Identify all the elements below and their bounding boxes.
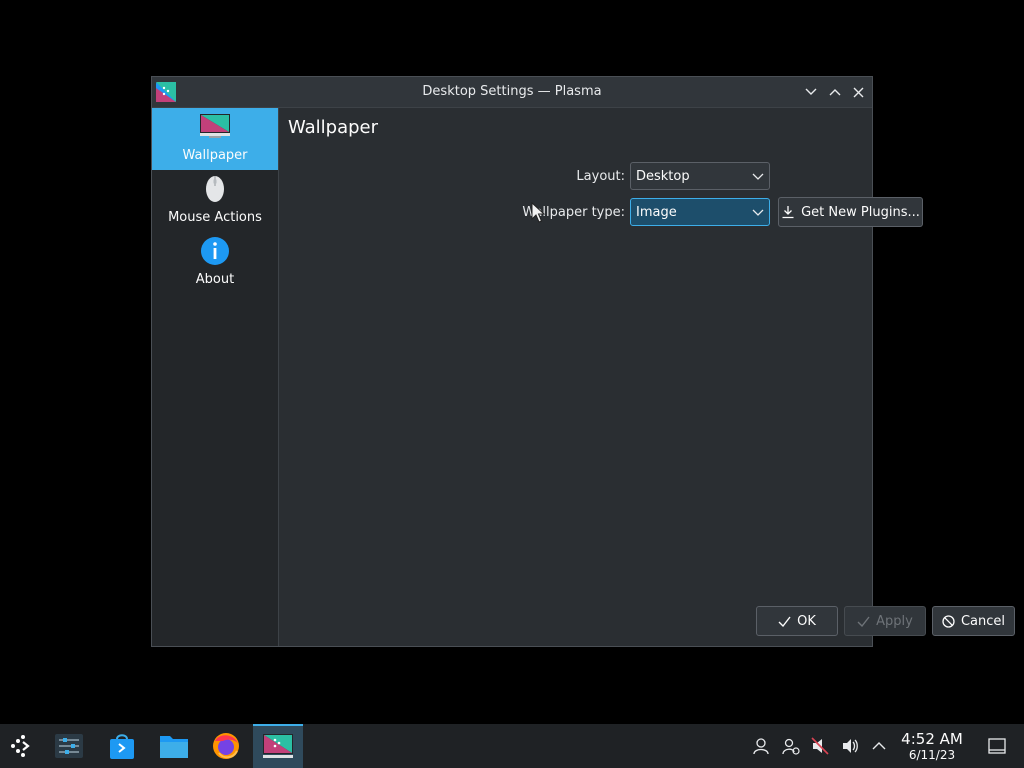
sidebar-item-label: Wallpaper xyxy=(182,148,248,163)
page-title: Wallpaper xyxy=(288,117,379,138)
wallpaper-type-combobox[interactable]: Image xyxy=(630,198,770,226)
taskbar-discover-app[interactable] xyxy=(100,724,144,768)
application-launcher-icon xyxy=(11,735,30,757)
checkmark-icon xyxy=(778,616,791,627)
discover-store-icon xyxy=(110,734,134,759)
desktop-settings-icon xyxy=(263,734,293,758)
window-title: Desktop Settings — Plasma xyxy=(422,84,602,99)
layout-label: Layout: xyxy=(576,169,625,184)
ok-button[interactable]: OK xyxy=(756,606,838,636)
clock-time: 4:52 AM xyxy=(901,730,963,748)
settings-sliders-icon xyxy=(55,734,83,758)
layout-combobox[interactable]: Desktop xyxy=(630,162,770,190)
taskbar-firefox-app[interactable] xyxy=(204,724,248,768)
desktop-settings-window: Desktop Settings — Plasma Wallpaper Mous… xyxy=(151,76,1015,647)
close-icon xyxy=(853,87,863,97)
sidebar-item-mouse-actions[interactable]: Mouse Actions xyxy=(152,170,278,232)
sidebar-item-wallpaper[interactable]: Wallpaper xyxy=(152,108,278,170)
user-switcher-button[interactable] xyxy=(751,736,771,756)
maximize-button[interactable] xyxy=(826,83,844,101)
cancel-label: Cancel xyxy=(960,613,1006,629)
cancel-icon xyxy=(942,614,955,628)
file-manager-icon xyxy=(160,736,188,758)
network-icon xyxy=(782,738,800,755)
user-icon xyxy=(753,738,769,755)
network-button[interactable] xyxy=(781,736,801,756)
sidebar-item-label: Mouse Actions xyxy=(168,210,262,225)
download-icon xyxy=(782,206,794,219)
taskbar-settings-app[interactable] xyxy=(47,724,91,768)
tray-expand-button[interactable] xyxy=(869,736,889,756)
chevron-up-icon xyxy=(872,742,886,750)
chevron-down-icon xyxy=(752,209,764,216)
chevron-up-icon xyxy=(829,89,841,96)
taskbar-desktop-settings-app[interactable] xyxy=(253,724,303,768)
ok-label: OK xyxy=(797,613,816,629)
cancel-button[interactable]: Cancel xyxy=(932,606,1015,636)
sidebar-item-label: About xyxy=(195,272,235,287)
chevron-down-icon xyxy=(805,88,817,95)
clock-date: 6/11/23 xyxy=(908,748,956,762)
apply-button[interactable]: Apply xyxy=(844,606,926,636)
audio-muted-button[interactable] xyxy=(810,736,830,756)
sidebar: Wallpaper Mouse Actions About xyxy=(152,108,279,646)
taskbar-file-manager-app[interactable] xyxy=(152,724,196,768)
title-bar[interactable]: Desktop Settings — Plasma xyxy=(152,77,872,108)
show-desktop-icon xyxy=(988,738,1006,754)
wallpaper-type-label: Wallpaper type: xyxy=(522,205,625,220)
digital-clock[interactable]: 4:52 AM 6/11/23 xyxy=(896,730,968,763)
minimize-button[interactable] xyxy=(802,83,820,101)
monitor-icon xyxy=(200,114,230,138)
volume-icon xyxy=(843,739,858,753)
close-button[interactable] xyxy=(849,83,867,101)
mouse-icon xyxy=(206,176,224,202)
volume-button[interactable] xyxy=(840,736,860,756)
checkmark-icon xyxy=(857,616,870,627)
show-desktop-button[interactable] xyxy=(987,736,1007,756)
wallpaper-type-value: Image xyxy=(636,205,677,220)
sidebar-item-about[interactable]: About xyxy=(152,232,278,294)
get-new-plugins-button[interactable]: Get New Plugins... xyxy=(778,197,923,227)
application-launcher-button[interactable] xyxy=(0,724,44,768)
chevron-down-icon xyxy=(752,173,764,180)
taskbar: 4:52 AM 6/11/23 xyxy=(0,724,1024,768)
get-new-plugins-label: Get New Plugins... xyxy=(801,204,920,220)
main-content: Wallpaper Layout: Desktop Wallpaper type… xyxy=(279,108,1015,646)
info-icon xyxy=(201,237,229,265)
layout-value: Desktop xyxy=(636,169,690,184)
audio-muted-icon xyxy=(811,737,829,755)
firefox-icon xyxy=(213,733,239,759)
apply-label: Apply xyxy=(876,613,913,629)
